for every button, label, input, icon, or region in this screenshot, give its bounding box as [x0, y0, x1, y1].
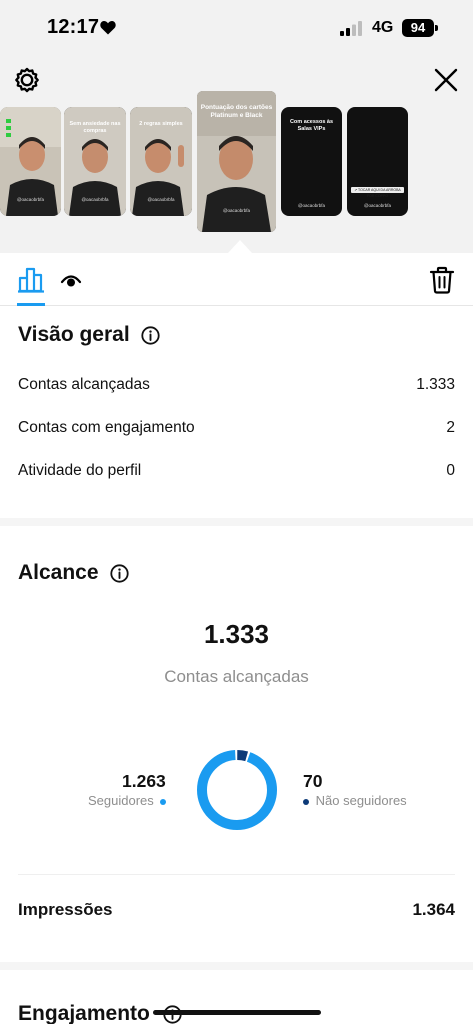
network-type: 4G: [372, 19, 394, 36]
non-followers-label: Não seguidores: [315, 793, 407, 808]
story-thumbnail[interactable]: Sem ansiedade nas compras @oacaobrbfa: [64, 107, 126, 216]
story-thumbnail[interactable]: ↗ TOCAR AQUI DA ARROBA FOR COPPO @oacaob…: [347, 107, 408, 216]
overview-title: Visão geral: [18, 323, 130, 346]
reach-total: 1.333: [203, 619, 270, 649]
metric-label: Contas com engajamento: [18, 419, 195, 436]
battery-cap: [435, 25, 438, 31]
engagement-title: Engajamento: [18, 1002, 150, 1024]
non-followers-value: 70: [303, 771, 323, 791]
status-bar: 12:17 4G 94: [0, 0, 473, 56]
story-thumbnail[interactable]: Com acessos às Salas VIPs @oacaobrbfa: [281, 107, 342, 216]
followers-dot: [160, 798, 167, 805]
metric-label: Atividade do perfil: [18, 462, 142, 479]
selected-story-pointer: [228, 240, 252, 253]
metric-value: 1.333: [416, 376, 455, 393]
metric-row-accounts-engaged: Contas com engajamento 2: [18, 419, 455, 441]
story-handle: @oacaobrbfa: [16, 197, 45, 202]
followers-legend: Seguidores: [88, 793, 167, 808]
info-icon[interactable]: [141, 326, 160, 345]
non-followers-dot: [303, 798, 309, 805]
metric-value: 0: [446, 462, 455, 479]
home-indicator[interactable]: [153, 1010, 321, 1015]
battery-level: 94: [410, 20, 426, 35]
non-followers-legend: Não seguidores: [303, 793, 407, 808]
settings-gear-icon[interactable]: [13, 66, 41, 94]
section-divider: [0, 962, 473, 970]
bar-chart-icon[interactable]: [17, 266, 45, 294]
metric-row-profile-activity: Atividade do perfil 0: [18, 462, 455, 484]
followers-value: 1.263: [122, 771, 166, 791]
heart-icon: [100, 20, 116, 35]
insights-tabs: [0, 253, 473, 306]
signal-icon: [340, 21, 362, 36]
story-caption: Pontuação dos cartões Platinum e Black: [200, 104, 273, 120]
reach-donut-chart: [197, 750, 277, 830]
reach-total-label: Contas alcançadas: [164, 667, 309, 686]
story-handle: @oacaobrbfa: [147, 197, 175, 202]
story-handle: @oacaobrbfa: [363, 203, 392, 208]
reach-divider: [18, 874, 455, 875]
trash-icon[interactable]: [429, 266, 455, 294]
metric-label: Contas alcançadas: [18, 376, 150, 393]
story-thumbnail[interactable]: 2 regras simples @oacaobrbfa: [130, 107, 192, 216]
story-handle: @oacaobrbfa: [222, 208, 251, 213]
impressions-value: 1.364: [412, 900, 455, 919]
impressions-row: Impressões 1.364: [18, 900, 455, 922]
story-caption: Com acessos às Salas VIPs: [289, 119, 334, 132]
story-handle: @oacaobrbfa: [297, 203, 326, 208]
story-handle: @oacaobrbfa: [81, 197, 109, 202]
impressions-label: Impressões: [18, 900, 113, 919]
info-icon[interactable]: [110, 564, 129, 583]
status-time: 12:17: [47, 16, 100, 38]
section-divider: [0, 518, 473, 526]
metric-value: 2: [446, 419, 455, 436]
story-link-sticker: ↗ TOCAR AQUI DA ARROBA FOR COPPO: [351, 187, 404, 198]
active-tab-indicator: [17, 303, 45, 306]
followers-label: Seguidores: [88, 793, 154, 808]
reach-title: Alcance: [18, 561, 99, 584]
story-thumbnail-selected[interactable]: Pontuação dos cartões Platinum e Black @…: [197, 91, 276, 232]
story-thumbnail[interactable]: @oacaobrbfa: [0, 107, 61, 216]
battery-icon: 94: [402, 19, 434, 37]
eye-icon[interactable]: [60, 270, 82, 292]
metric-row-accounts-reached: Contas alcançadas 1.333: [18, 376, 455, 398]
story-caption: Sem ansiedade nas compras: [69, 121, 121, 134]
close-icon[interactable]: [432, 66, 460, 94]
story-caption: 2 regras simples: [139, 121, 183, 127]
followers-arc: [197, 750, 277, 830]
